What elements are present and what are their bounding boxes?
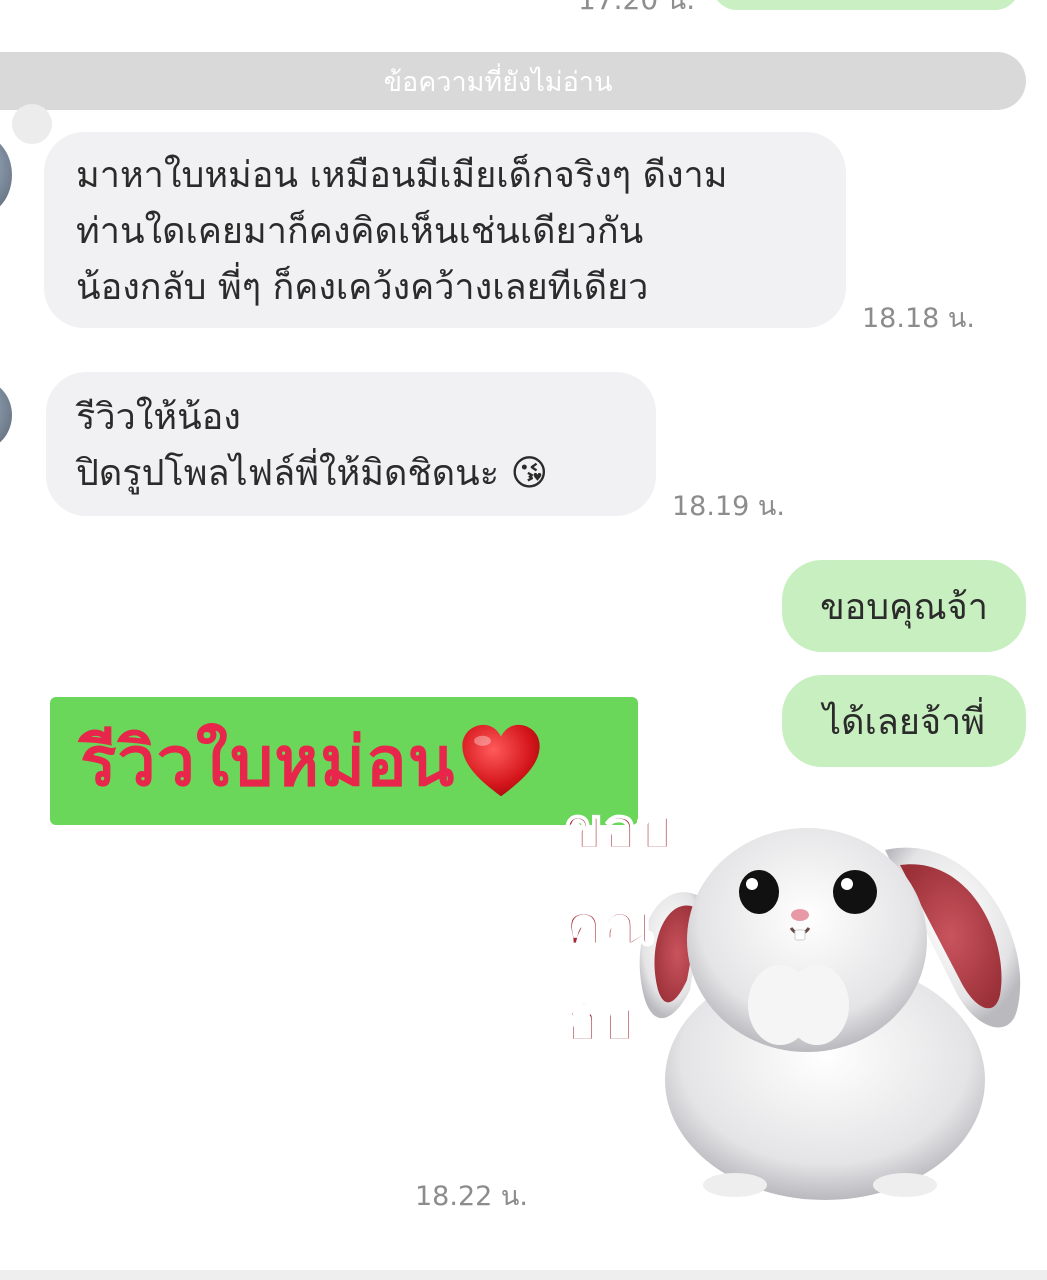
heart-icon	[462, 724, 540, 797]
message-text: มาหาใบหม่อน เหมือนมีเมียเด็กจริงๆ ดีงาม …	[76, 155, 728, 308]
avatar-badge	[12, 104, 52, 144]
message-text: ได้เลยจ้าพี่	[823, 701, 985, 743]
incoming-message-bubble[interactable]: มาหาใบหม่อน เหมือนมีเมียเด็กจริงๆ ดีงาม …	[44, 132, 846, 328]
message-timestamp: 18.18 น.	[862, 303, 975, 334]
message-text: รีวิวให้น้อง ปิดรูปโพลไฟล์พี่ให้มิดชิดนะ…	[76, 397, 549, 494]
incoming-message-bubble[interactable]: รีวิวให้น้อง ปิดรูปโพลไฟล์พี่ให้มิดชิดนะ…	[46, 372, 656, 516]
outgoing-message-bubble[interactable]: ได้เลยจ้าพี่	[782, 675, 1026, 767]
message-timestamp: 18.22 น.	[415, 1181, 528, 1212]
previous-message-time: 17.20 น.	[578, 0, 695, 22]
bunny-sticker-icon[interactable]: ขอบคุณฮับ	[555, 790, 1047, 1200]
outgoing-message-bubble[interactable]: ขอบคุณจ้า	[782, 560, 1026, 652]
avatar[interactable]	[0, 380, 12, 450]
message-text: ขอบคุณจ้า	[820, 586, 988, 628]
avatar[interactable]	[0, 135, 12, 215]
composer-divider	[0, 1270, 1047, 1280]
previous-outgoing-bubble[interactable]	[712, 0, 1020, 10]
review-banner-label: รีวิวใบหม่อน	[80, 723, 456, 802]
message-timestamp: 18.19 น.	[672, 491, 785, 522]
unread-divider: ข้อความที่ยังไม่อ่าน	[0, 52, 1026, 110]
review-banner: รีวิวใบหม่อน	[50, 697, 638, 825]
